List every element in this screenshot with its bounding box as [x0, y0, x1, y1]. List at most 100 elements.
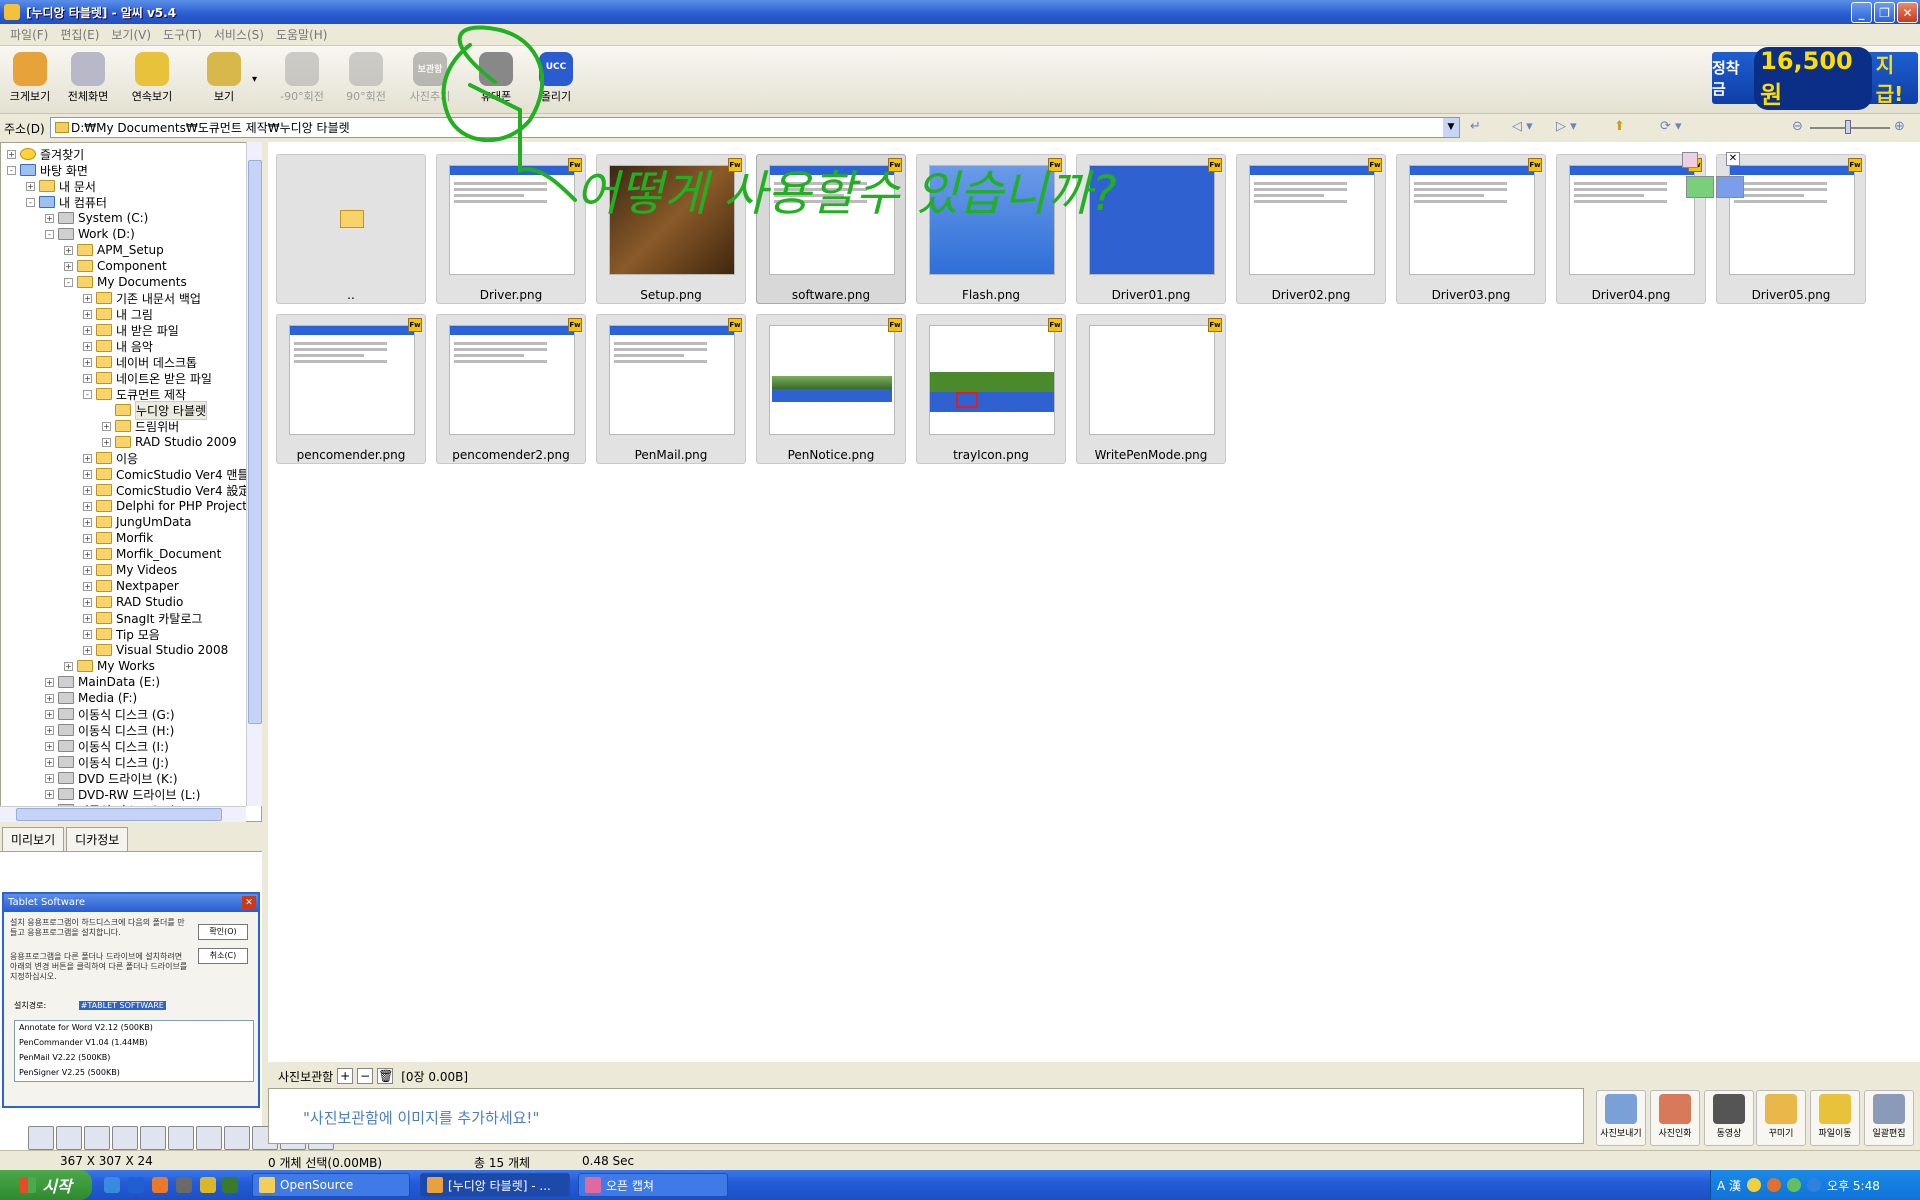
- quicklaunch-dreamweaver-icon[interactable]: [222, 1177, 238, 1193]
- tree-item[interactable]: + 네이버 데스크톱: [83, 354, 197, 370]
- thumbnail[interactable]: Fw Driver01.png: [1076, 154, 1226, 304]
- menu-item[interactable]: 도구(T): [157, 26, 208, 43]
- expander-icon[interactable]: +: [83, 517, 92, 527]
- go-icon[interactable]: ↵: [1470, 119, 1481, 134]
- tree-item[interactable]: + 기존 내문서 백업: [83, 290, 201, 306]
- toolbar-button[interactable]: 보기: [194, 50, 254, 112]
- tree-item[interactable]: + 내 문서: [26, 178, 96, 194]
- toolbar-button[interactable]: 크게보기: [0, 50, 60, 112]
- toolbar-button[interactable]: UCC 올리기: [526, 50, 586, 112]
- tab-preview[interactable]: 미리보기: [2, 827, 65, 851]
- tree-item[interactable]: + Media (F:): [45, 690, 137, 706]
- tree-item[interactable]: + ComicStudio Ver4 맨틀: [83, 466, 249, 482]
- address-dropdown-icon[interactable]: ▼: [1443, 118, 1459, 137]
- expander-icon[interactable]: +: [102, 437, 111, 447]
- tree-item[interactable]: - My Documents: [64, 274, 187, 290]
- expander-icon[interactable]: -: [26, 197, 35, 207]
- tree-item[interactable]: + 이동식 디스크 (J:): [45, 754, 169, 770]
- expander-icon[interactable]: +: [45, 757, 54, 767]
- expander-icon[interactable]: +: [83, 309, 92, 319]
- toolbar-button[interactable]: 연속보기: [122, 50, 182, 112]
- thumbnail[interactable]: Fw PenMail.png: [596, 314, 746, 464]
- expander-icon[interactable]: +: [83, 453, 92, 463]
- bottom-button[interactable]: 일괄편집: [1864, 1090, 1914, 1146]
- expander-icon[interactable]: +: [83, 581, 92, 591]
- dot-tool-icon[interactable]: [112, 1126, 138, 1150]
- tree-item[interactable]: + JungUmData: [83, 514, 192, 530]
- tree-item[interactable]: + APM_Setup: [64, 242, 164, 258]
- expander-icon[interactable]: +: [45, 709, 54, 719]
- expander-icon[interactable]: +: [83, 613, 92, 623]
- thumbnail[interactable]: Fw software.png: [756, 154, 906, 304]
- pen-marker-icon[interactable]: [1686, 176, 1714, 198]
- refresh-icon[interactable]: ⟳ ▾: [1660, 119, 1682, 134]
- menu-item[interactable]: 도움말(H): [270, 26, 334, 43]
- expander-icon[interactable]: -: [83, 389, 92, 399]
- thumbnail[interactable]: Fw Driver.png: [436, 154, 586, 304]
- tree-horizontal-scrollbar[interactable]: [0, 806, 246, 822]
- pen-palette-icon[interactable]: [1682, 152, 1698, 168]
- tree-item[interactable]: + 이응: [83, 450, 138, 466]
- tree-item[interactable]: + RAD Studio: [83, 594, 183, 610]
- tree-item[interactable]: + 즐겨찾기: [7, 146, 84, 162]
- tab-camera-info[interactable]: 디카정보: [66, 827, 129, 851]
- tray-paint-icon[interactable]: [1767, 1178, 1782, 1192]
- expander-icon[interactable]: +: [45, 725, 54, 735]
- pen-draw-icon[interactable]: [1716, 176, 1744, 198]
- tree-item[interactable]: + My Videos: [83, 562, 177, 578]
- tree-item[interactable]: + Morfik_Document: [83, 546, 221, 562]
- bottom-button[interactable]: 사진보내기: [1596, 1090, 1646, 1146]
- color-tool-icon[interactable]: [168, 1126, 194, 1150]
- zoom-out-icon[interactable]: ⊖: [1792, 119, 1803, 134]
- tree-item[interactable]: + 내 받은 파일: [83, 322, 179, 338]
- tree-item[interactable]: + DVD-RW 드라이브 (L:): [45, 786, 200, 802]
- thumbnail[interactable]: ..: [276, 154, 426, 304]
- tree-item[interactable]: - 바탕 화면: [7, 162, 88, 178]
- expander-icon[interactable]: +: [45, 693, 54, 703]
- expander-icon[interactable]: +: [64, 261, 73, 271]
- photo-bucket-area[interactable]: "사진보관함에 이미지를 추가하세요!": [268, 1088, 1584, 1144]
- tree-item[interactable]: + Tip 모음: [83, 626, 160, 642]
- thumbnail[interactable]: Fw Driver03.png: [1396, 154, 1546, 304]
- minimize-button[interactable]: _: [1851, 2, 1872, 23]
- thumbnail[interactable]: Fw Setup.png: [596, 154, 746, 304]
- view-dropdown-icon[interactable]: ▾: [252, 74, 257, 85]
- ime-indicator[interactable]: A 漢: [1717, 1177, 1741, 1194]
- thumbnail[interactable]: Fw trayIcon.png: [916, 314, 1066, 464]
- start-button[interactable]: 시작: [0, 1170, 92, 1200]
- expander-icon[interactable]: +: [83, 293, 92, 303]
- tree-item[interactable]: + System (C:): [45, 210, 148, 226]
- expander-icon[interactable]: +: [83, 645, 92, 655]
- quicklaunch-desktop-icon[interactable]: [104, 1177, 120, 1193]
- tree-item[interactable]: - 내 컴퓨터: [26, 194, 107, 210]
- tree-item[interactable]: + 이동식 디스크 (H:): [45, 722, 174, 738]
- zoom-slider-thumb[interactable]: [1845, 120, 1851, 134]
- tray-network-icon[interactable]: [1787, 1178, 1802, 1192]
- crop-tool-icon[interactable]: [140, 1126, 166, 1150]
- expander-icon[interactable]: +: [102, 421, 111, 431]
- thumbnail[interactable]: Fw PenNotice.png: [756, 314, 906, 464]
- expander-icon[interactable]: +: [83, 597, 92, 607]
- expander-icon[interactable]: +: [64, 245, 73, 255]
- quicklaunch-app-icon[interactable]: [176, 1177, 192, 1193]
- expander-icon[interactable]: -: [7, 165, 16, 175]
- expander-icon[interactable]: +: [45, 773, 54, 783]
- forward-icon[interactable]: ▷ ▾: [1556, 119, 1577, 134]
- close-button[interactable]: ✕: [1897, 2, 1918, 23]
- menu-item[interactable]: 편집(E): [54, 26, 105, 43]
- tree-item[interactable]: + 내 음악: [83, 338, 153, 354]
- toolbar-button[interactable]: 휴대폰: [466, 50, 526, 112]
- expander-icon[interactable]: +: [45, 213, 54, 223]
- address-input[interactable]: D:₩My Documents₩도큐먼트 제작₩누디앙 타블렛 ▼: [50, 117, 1460, 138]
- tree-item[interactable]: + Nextpaper: [83, 578, 179, 594]
- quicklaunch-folder-icon[interactable]: [200, 1177, 216, 1193]
- tree-item[interactable]: + 이동식 디스크 (I:): [45, 738, 169, 754]
- pen-tool-icon[interactable]: [84, 1126, 110, 1150]
- expander-icon[interactable]: +: [83, 549, 92, 559]
- expander-icon[interactable]: +: [45, 789, 54, 799]
- tree-vertical-scrollbar[interactable]: [246, 142, 262, 806]
- add-icon[interactable]: +: [337, 1068, 354, 1084]
- expander-icon[interactable]: -: [64, 277, 73, 287]
- tree-item[interactable]: - Work (D:): [45, 226, 135, 242]
- tree-item[interactable]: + MainData (E:): [45, 674, 160, 690]
